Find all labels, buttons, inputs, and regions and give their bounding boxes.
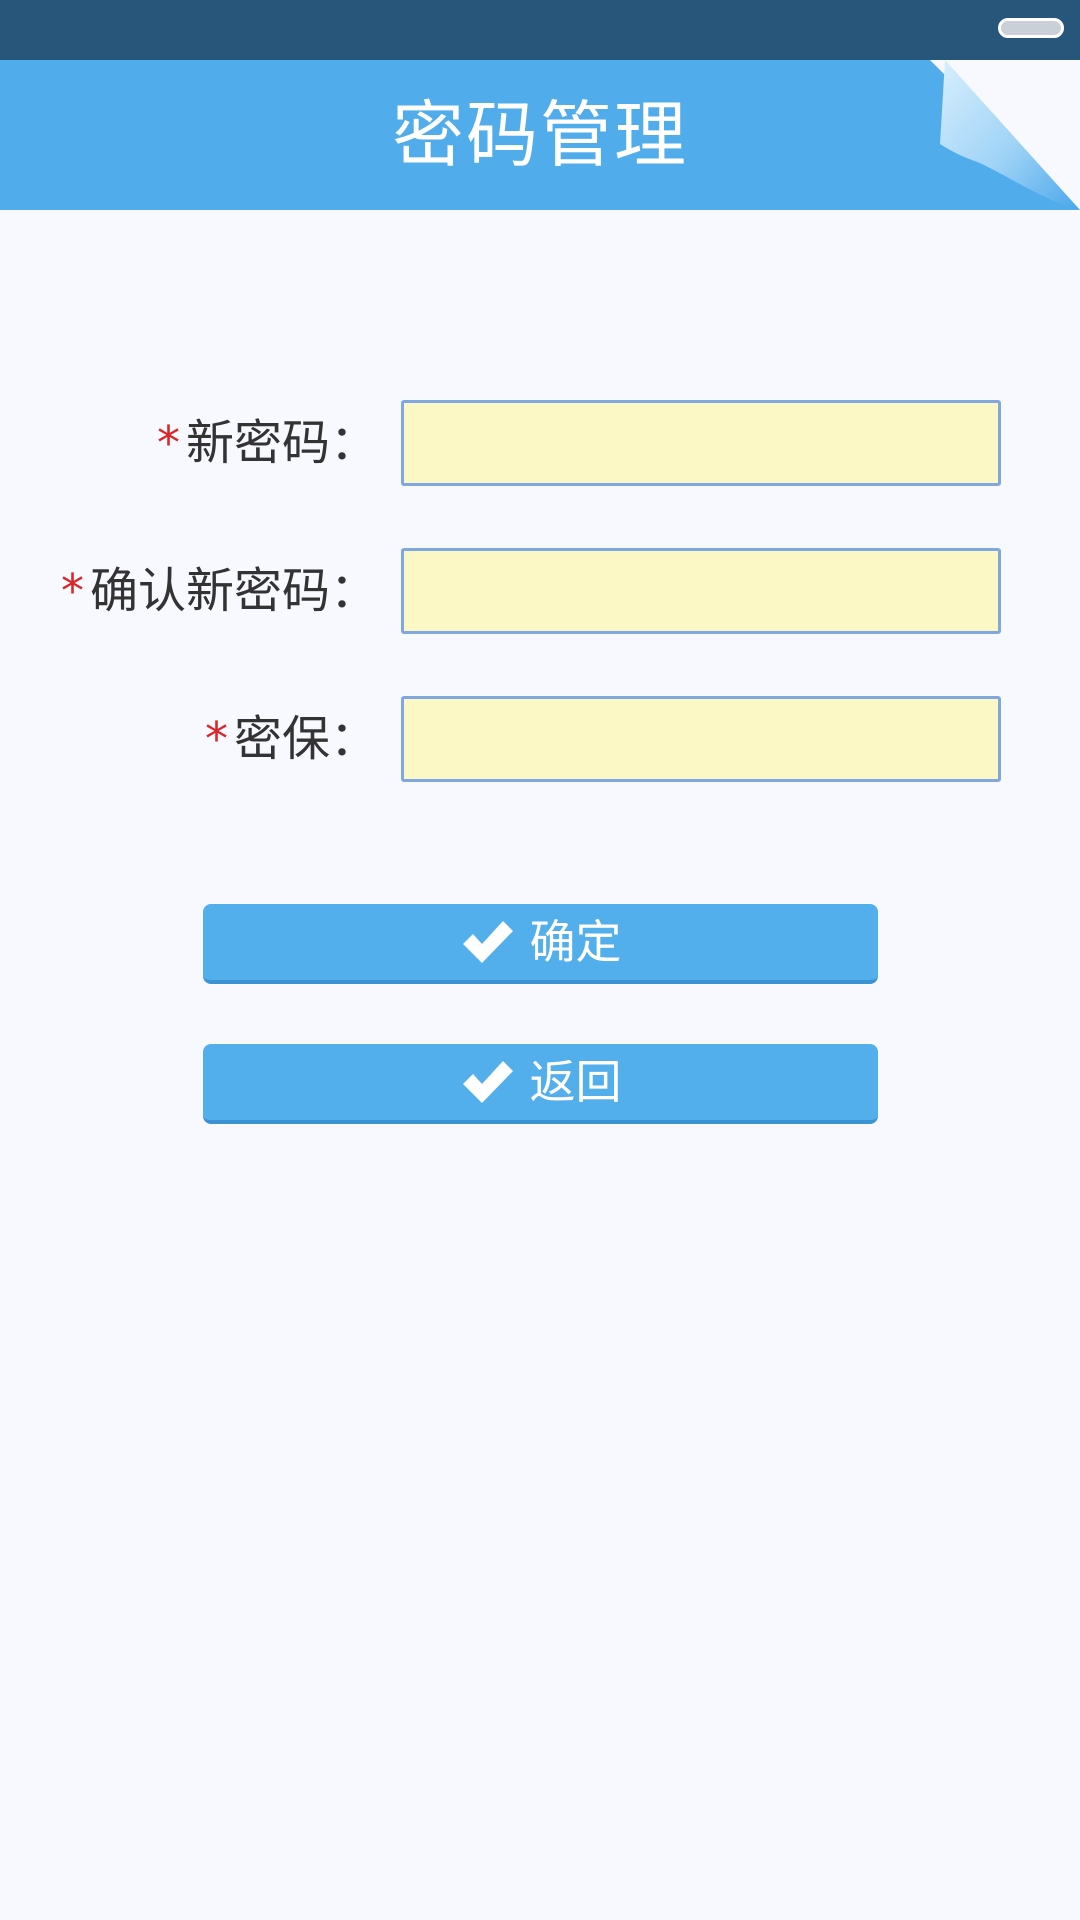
confirm-button-label: 确定 [529,915,622,969]
page-title: 密码管理 [391,93,688,177]
form-row-new-password: * 新密码： [0,400,1080,486]
form-row-security-question: * 密保： [0,696,1080,782]
new-password-label-text: 新密码： [185,415,378,471]
status-pill-indicator [998,18,1064,38]
check-icon [462,921,513,963]
security-question-label: * 密保： [205,696,378,782]
confirm-button[interactable]: 确定 [203,904,878,984]
new-password-input[interactable] [401,400,1001,486]
confirm-password-label: * 确认新密码： [61,548,378,634]
new-password-label: * 新密码： [157,400,378,486]
security-question-input[interactable] [401,696,1001,782]
status-bar [0,0,1080,60]
back-button-label: 返回 [529,1055,622,1109]
required-mark: * [156,416,180,470]
form-row-confirm-password: * 确认新密码： [0,548,1080,634]
confirm-password-label-text: 确认新密码： [89,563,378,619]
check-icon [462,1061,513,1103]
required-mark: * [204,712,228,766]
required-mark: * [60,564,84,618]
page-curl-decoration [930,60,1080,210]
back-button[interactable]: 返回 [203,1044,878,1124]
security-question-label-text: 密保： [233,711,378,767]
confirm-password-input[interactable] [401,548,1001,634]
